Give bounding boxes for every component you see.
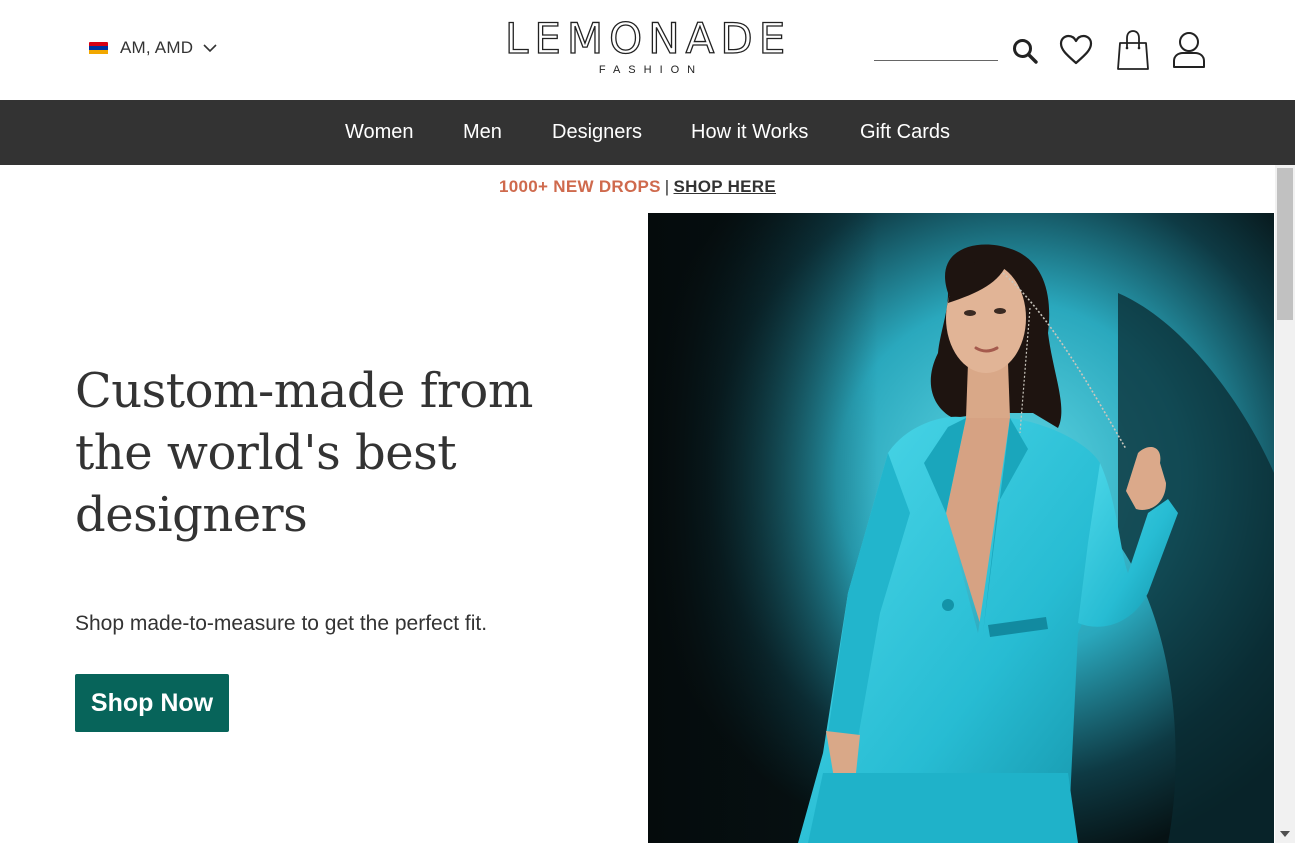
nav-item-gift-cards[interactable]: Gift Cards	[860, 121, 950, 144]
shop-now-button[interactable]: Shop Now	[75, 674, 229, 732]
armenia-flag-icon	[89, 41, 108, 55]
nav-item-women[interactable]: Women	[345, 121, 414, 144]
nav-item-men[interactable]: Men	[463, 121, 502, 144]
scrollbar-thumb[interactable]	[1277, 168, 1293, 320]
logo-wordmark: LEMONADE	[504, 14, 792, 63]
flag-stripe-orange	[89, 50, 108, 55]
promo-separator: |	[664, 177, 670, 196]
cart-button[interactable]	[1115, 28, 1151, 72]
wishlist-button[interactable]	[1057, 32, 1095, 68]
promo-highlight: 1000+ NEW DROPS	[498, 177, 661, 196]
main-navigation: Women Men Designers How it Works Gift Ca…	[0, 100, 1295, 165]
account-button[interactable]	[1170, 30, 1208, 70]
search-button[interactable]	[1010, 36, 1040, 66]
locale-label: AM, AMD	[120, 38, 194, 57]
heart-icon	[1059, 34, 1093, 65]
logo-subtitle: FASHION	[598, 64, 704, 76]
site-logo[interactable]: LEMONADE FASHION	[504, 14, 792, 81]
locale-selector[interactable]: AM, AMD	[89, 38, 217, 58]
model-in-turquoise-suit-illustration	[648, 213, 1274, 843]
hero-image	[648, 213, 1274, 843]
search-input[interactable]	[874, 40, 998, 61]
promo-banner: 1000+ NEW DROPS | SHOP HERE	[0, 177, 1275, 197]
shop-here-link[interactable]: SHOP HERE	[674, 177, 777, 196]
shopping-bag-icon	[1117, 30, 1149, 70]
scroll-down-arrow-icon[interactable]	[1280, 831, 1290, 837]
chevron-down-icon	[203, 44, 217, 53]
nav-item-designers[interactable]: Designers	[552, 121, 642, 144]
hero-title: Custom-made from the world's best design…	[75, 363, 533, 543]
page-scrollbar[interactable]	[1275, 165, 1295, 843]
hero-subtitle: Shop made-to-measure to get the perfect …	[75, 612, 488, 635]
user-icon	[1173, 32, 1205, 68]
site-header: AM, AMD LEMONADE FASHION	[0, 0, 1295, 100]
search-icon	[1013, 39, 1038, 64]
nav-item-how-it-works[interactable]: How it Works	[691, 121, 808, 144]
